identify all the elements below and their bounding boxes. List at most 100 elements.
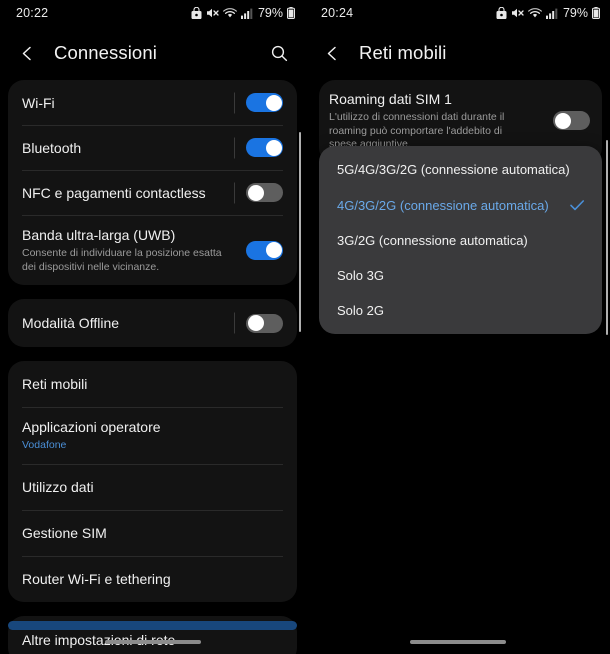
status-bar-time: 20:22: [16, 6, 49, 20]
list-item-label: Applicazioni operatore: [22, 419, 161, 435]
search-button[interactable]: [265, 39, 293, 67]
left-panel-connessioni: 20:22 79% Connessioni Wi-Fi Bluetooth NF…: [0, 0, 305, 654]
list-item-utilizzo-dati[interactable]: Utilizzo dati: [8, 463, 297, 510]
bluetooth-toggle[interactable]: [246, 138, 283, 157]
signal-icon: [240, 8, 253, 19]
page-title: Reti mobili: [359, 42, 447, 63]
row-texts: Modalità Offline: [22, 314, 234, 332]
bottom-blue-bar: [8, 621, 297, 630]
toggle-knob: [265, 94, 282, 111]
popup-item-solo-3g[interactable]: Solo 3G: [319, 258, 602, 293]
popup-item-label: 3G/2G (connessione automatica): [337, 233, 528, 248]
chevron-left-icon: [22, 46, 31, 60]
roaming-toggle[interactable]: [553, 111, 590, 131]
list-item-label: Bluetooth: [22, 139, 82, 156]
toggle-knob: [265, 242, 282, 258]
popup-item-label: Solo 2G: [337, 303, 384, 318]
battery-percentage: 79%: [257, 6, 283, 20]
row-texts: Applicazioni operatore Vodafone: [22, 418, 283, 453]
list-item-wifi[interactable]: Wi-Fi: [8, 80, 297, 125]
popup-item-label: Solo 3G: [337, 268, 384, 283]
card-connectivity: Wi-Fi Bluetooth NFC e pagamenti contactl…: [8, 80, 297, 285]
popup-item-5g-4g-3g-2g[interactable]: 5G/4G/3G/2G (connessione automatica): [319, 152, 602, 187]
list-item-router-tethering[interactable]: Router Wi-Fi e tethering: [8, 555, 297, 602]
toggle-knob: [247, 184, 264, 201]
wifi-icon: [528, 8, 542, 18]
status-bar-icons: 79%: [191, 6, 295, 20]
network-mode-popup: 5G/4G/3G/2G (connessione automatica) 4G/…: [319, 146, 602, 334]
left-header: Connessioni: [0, 26, 305, 80]
card-mobile-settings: Reti mobili Applicazioni operatore Vodaf…: [8, 361, 297, 602]
popup-item-label: 5G/4G/3G/2G (connessione automatica): [337, 162, 570, 177]
page-title: Connessioni: [54, 42, 157, 63]
uwb-toggle[interactable]: [246, 240, 283, 260]
row-texts: Router Wi-Fi e tethering: [22, 570, 283, 588]
lock-icon: [191, 7, 202, 19]
back-button[interactable]: [319, 40, 345, 66]
row-texts: Roaming dati SIM 1 L'utilizzo di conness…: [329, 90, 541, 152]
row-texts: Bluetooth: [22, 139, 234, 157]
back-button[interactable]: [14, 40, 40, 66]
list-item-label: Banda ultra-larga (UWB): [22, 227, 176, 243]
navigation-bar: [0, 630, 305, 654]
mute-icon: [511, 8, 524, 18]
list-item-label: Modalità Offline: [22, 315, 120, 331]
battery-icon: [592, 7, 600, 19]
row-texts: Utilizzo dati: [22, 478, 283, 496]
row-texts: Banda ultra-larga (UWB) Consente di indi…: [22, 226, 234, 274]
list-item-offline-mode[interactable]: Modalità Offline: [8, 299, 297, 347]
left-scroll-area[interactable]: Wi-Fi Bluetooth NFC e pagamenti contactl…: [0, 80, 305, 654]
list-item-label: Wi-Fi: [22, 94, 55, 111]
toggle-wrap: [234, 93, 283, 112]
list-item-reti-mobili[interactable]: Reti mobili: [8, 361, 297, 407]
right-header: Reti mobili: [305, 26, 610, 80]
toggle-knob: [265, 139, 282, 156]
popup-item-4g-3g-2g[interactable]: 4G/3G/2G (connessione automatica): [319, 187, 602, 223]
popup-item-3g-2g[interactable]: 3G/2G (connessione automatica): [319, 223, 602, 258]
status-bar: 20:24 79%: [305, 0, 610, 26]
toggle-wrap: [234, 138, 283, 157]
status-bar: 20:22 79%: [0, 0, 305, 26]
check-icon: [570, 200, 584, 211]
wifi-icon: [223, 8, 237, 18]
list-item-applicazioni-operatore[interactable]: Applicazioni operatore Vodafone: [8, 407, 297, 464]
toggle-knob: [247, 315, 264, 331]
list-item-description: Vodafone: [22, 439, 67, 451]
list-item-label: Reti mobili: [22, 376, 88, 392]
toggle-wrap: [541, 111, 590, 131]
list-item-nfc[interactable]: NFC e pagamenti contactless: [8, 170, 297, 215]
right-scrollbar[interactable]: [606, 140, 608, 335]
nfc-toggle[interactable]: [246, 183, 283, 202]
list-item-label: NFC e pagamenti contactless: [22, 184, 206, 201]
list-item-label: Router Wi-Fi e tethering: [22, 570, 171, 587]
list-item-description: Consente di individuare la posizione esa…: [22, 247, 222, 273]
status-bar-time: 20:24: [321, 6, 354, 20]
home-gesture-pill[interactable]: [104, 640, 201, 644]
toggle-knob: [554, 112, 571, 129]
search-icon: [271, 45, 287, 61]
row-texts: Reti mobili: [22, 375, 283, 393]
list-item-bluetooth[interactable]: Bluetooth: [8, 125, 297, 170]
row-texts: Wi-Fi: [22, 94, 234, 112]
toggle-wrap: [234, 313, 283, 333]
signal-icon: [545, 8, 558, 19]
offline-mode-toggle[interactable]: [246, 313, 283, 333]
list-item-uwb[interactable]: Banda ultra-larga (UWB) Consente di indi…: [8, 215, 297, 285]
popup-item-label: 4G/3G/2G (connessione automatica): [337, 197, 549, 213]
left-scrollbar[interactable]: [299, 132, 301, 332]
battery-percentage: 79%: [562, 6, 588, 20]
right-panel-reti-mobili: 20:24 79% Reti mobili Roaming dati SIM 1…: [305, 0, 610, 654]
popup-item-solo-2g[interactable]: Solo 2G: [319, 293, 602, 328]
navigation-bar: [305, 630, 610, 654]
lock-icon: [496, 7, 507, 19]
battery-icon: [287, 7, 295, 19]
row-texts: Gestione SIM: [22, 524, 283, 542]
list-item-label: Utilizzo dati: [22, 478, 94, 495]
chevron-left-icon: [327, 46, 336, 60]
wifi-toggle[interactable]: [246, 93, 283, 112]
status-bar-icons: 79%: [496, 6, 600, 20]
list-item-gestione-sim[interactable]: Gestione SIM: [8, 509, 297, 556]
home-gesture-pill[interactable]: [409, 640, 506, 644]
toggle-wrap: [234, 183, 283, 202]
list-item-label: Gestione SIM: [22, 524, 107, 541]
